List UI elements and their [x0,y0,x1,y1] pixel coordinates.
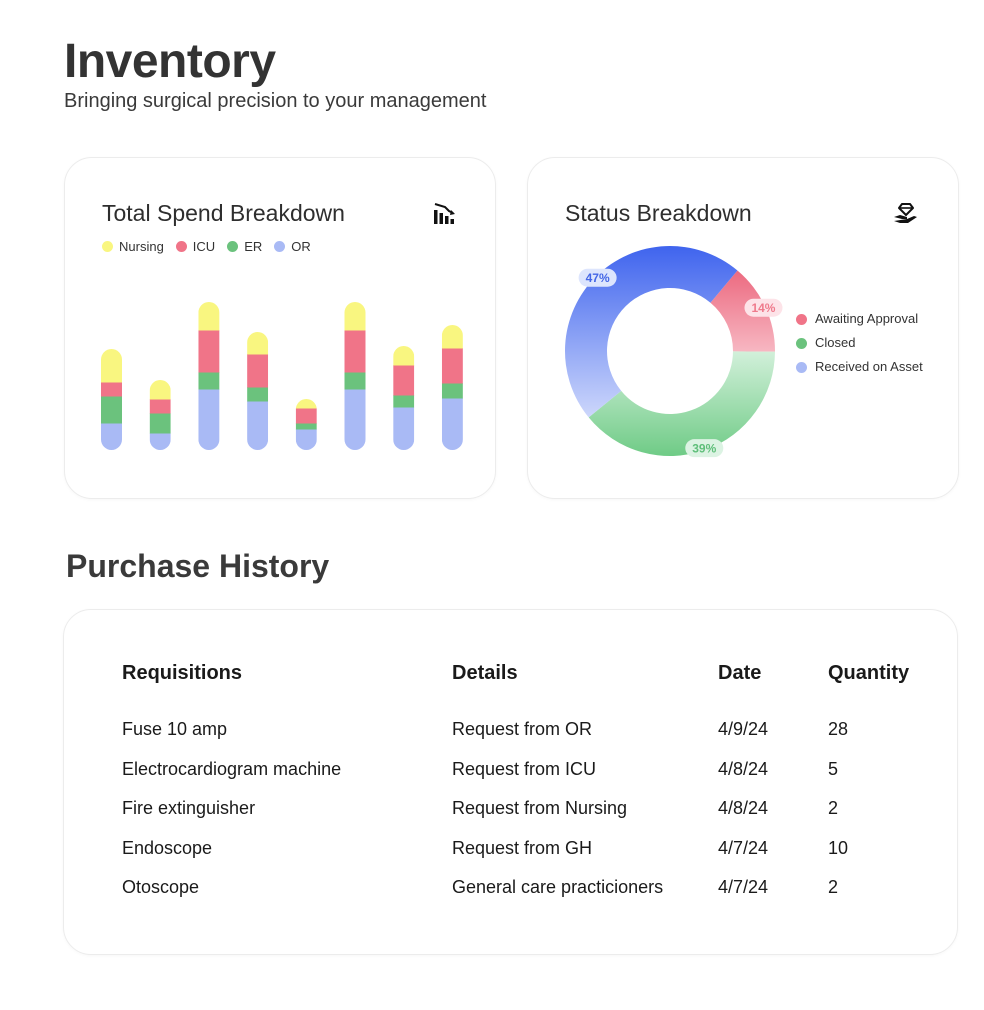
bar-segment-or[interactable] [198,389,220,451]
bar-stack[interactable] [295,399,317,451]
bar-stack[interactable] [149,380,171,451]
bar-segment-or[interactable] [247,401,269,451]
bar-segment-icu[interactable] [247,354,269,388]
legend-dot [796,314,807,325]
column-header-requisitions[interactable]: Requisitions [122,658,452,710]
percent-label-text: 39% [692,442,716,456]
legend-label: Closed [815,335,856,350]
cell-requisition: Otoscope [122,877,200,898]
bar-segment-or[interactable] [393,407,415,451]
page-title: Inventory [64,35,276,88]
cell-quantity: 5 [828,758,839,779]
cell-quantity: 2 [828,877,839,898]
bar-segment-or[interactable] [295,429,317,451]
cell-requisition: Endoscope [122,837,213,858]
bar-segment-icu[interactable] [149,399,171,414]
cell-details: General care practicioners [452,877,664,898]
cell-requisition: Fuse 10 amp [122,719,228,740]
bar-segment-icu[interactable] [101,382,122,397]
bar-segment-nursing[interactable] [295,399,317,409]
legend-dot [796,338,807,349]
bar-segment-er[interactable] [247,387,269,402]
bar-segment-nursing[interactable] [393,346,415,366]
cell-quantity: 2 [828,798,839,819]
legend-dot [796,362,807,373]
column-header-date[interactable]: Date [718,658,828,710]
donut-slice-closed[interactable] [588,351,775,457]
cell-date: 4/8/24 [718,798,769,819]
spend-breakdown-card: Total Spend Breakdown Nursing ICU ER OR [64,157,496,499]
bar-segment-er[interactable] [101,396,122,424]
bar-segment-or[interactable] [344,389,366,451]
legend-item-awaiting-approval[interactable]: Awaiting Approval [796,311,927,326]
bar-segment-nursing[interactable] [441,325,463,349]
legend-item-closed[interactable]: Closed [796,335,927,350]
bar-segment-icu[interactable] [295,408,317,424]
bar-segment-er[interactable] [149,413,171,434]
bar-stack[interactable] [344,302,366,451]
bar-segment-nursing[interactable] [198,302,220,331]
cell-quantity: 10 [828,837,849,858]
bar-segment-icu[interactable] [198,330,220,373]
cell-quantity: 28 [828,719,849,740]
bar-segment-nursing[interactable] [344,302,366,331]
bar-stack[interactable] [393,346,415,451]
column-header-quantity[interactable]: Quantity [828,658,928,710]
bar-segment-or[interactable] [149,433,171,451]
donut-percent-label: 39% [685,439,724,458]
donut-percent-label: 47% [578,268,617,287]
donut-percent-label: 14% [744,298,783,317]
status-breakdown-card: Status Breakdown 14% 39% 47% Awaiting Appr… [527,157,959,499]
cell-requisition: Fire extinguisher [122,798,256,819]
bar-stack[interactable] [101,349,122,451]
legend-label: Awaiting Approval [815,311,919,326]
bar-stack[interactable] [247,332,269,451]
cell-date: 4/7/24 [718,837,769,858]
table-row[interactable]: Otoscope General care practicioners 4/7/… [122,868,928,908]
column-header-details[interactable]: Details [452,658,718,710]
cell-date: 4/8/24 [718,758,769,779]
status-legend: Awaiting Approval Closed Received on Ass… [796,311,927,383]
stacked-bar-chart [101,302,463,451]
percent-label-text: 14% [751,301,775,315]
cell-details: Request from GH [452,837,593,858]
cell-details: Request from ICU [452,758,597,779]
table-row[interactable]: Electrocardiogram machine Request from I… [122,750,928,790]
percent-label-text: 47% [586,271,610,285]
bar-stack[interactable] [441,325,463,451]
bar-segment-icu[interactable] [441,348,463,384]
cell-details: Request from Nursing [452,798,628,819]
purchase-history-card: Requisitions Details Date Quantity Fuse … [63,609,958,955]
purchase-history-title: Purchase History [66,548,330,584]
table-row[interactable]: Fire extinguisher Request from Nursing 4… [122,789,928,829]
bar-stack[interactable] [198,302,220,451]
bar-segment-nursing[interactable] [101,349,122,383]
bar-segment-er[interactable] [198,372,220,390]
legend-item-received-on-asset[interactable]: Received on Asset [796,359,927,374]
bar-segment-er[interactable] [295,423,317,430]
bar-segment-er[interactable] [344,372,366,390]
purchase-history-table: Requisitions Details Date Quantity Fuse … [122,658,928,908]
table-row[interactable]: Fuse 10 amp Request from OR 4/9/24 28 [122,710,928,750]
bar-segment-er[interactable] [393,395,415,408]
bar-segment-nursing[interactable] [247,332,269,355]
bar-segment-icu[interactable] [344,330,366,373]
bar-segment-icu[interactable] [393,365,415,396]
bar-segment-nursing[interactable] [149,380,171,400]
bar-segment-or[interactable] [441,398,463,451]
bar-segment-er[interactable] [441,383,463,399]
cell-date: 4/9/24 [718,719,769,740]
cell-date: 4/7/24 [718,877,769,898]
table-header-row: Requisitions Details Date Quantity [122,658,928,710]
page-subtitle: Bringing surgical precision to your mana… [64,90,487,112]
cell-requisition: Electrocardiogram machine [122,758,342,779]
bar-segment-or[interactable] [101,423,122,451]
cell-details: Request from OR [452,719,593,740]
table-row[interactable]: Endoscope Request from GH 4/7/24 10 [122,829,928,869]
legend-label: Received on Asset [815,359,923,374]
